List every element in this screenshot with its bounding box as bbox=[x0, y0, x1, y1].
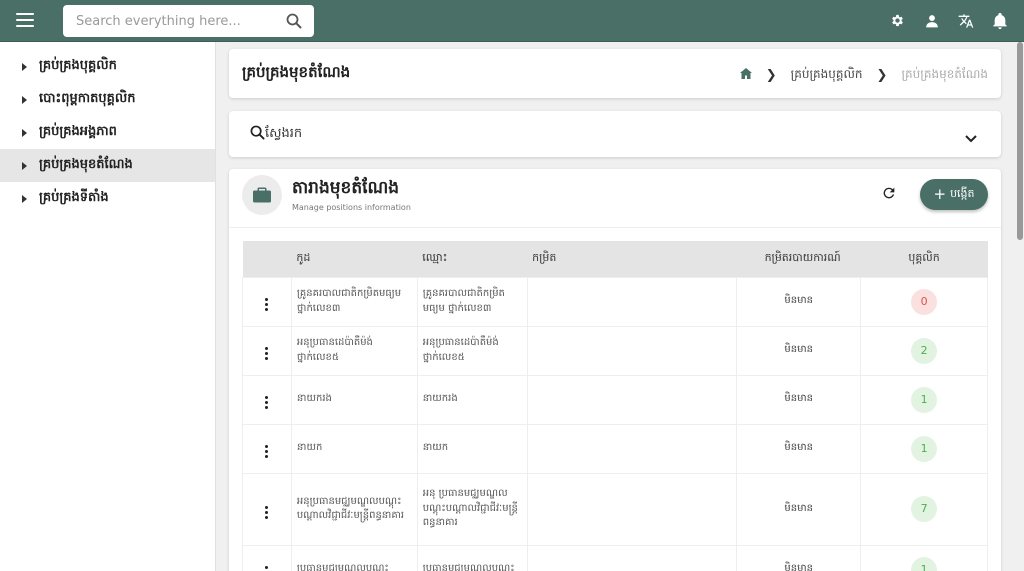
plus-icon: + bbox=[933, 185, 947, 203]
cell-code: ប្រធានមជ្ឈមណ្ឌលបណ្តុះ bbox=[290, 544, 418, 571]
more-vert-icon[interactable] bbox=[265, 396, 269, 409]
search-icon bbox=[250, 125, 265, 144]
caret-right-icon bbox=[22, 95, 27, 104]
sidebar-item-label: គ្រប់គ្រងបុគ្គលិក bbox=[39, 58, 117, 73]
cell-level bbox=[526, 325, 738, 376]
staff-count-badge: 0 bbox=[911, 288, 938, 315]
sidebar-item-manage-staff[interactable]: គ្រប់គ្រងបុគ្គលិក bbox=[0, 50, 215, 83]
more-vert-icon[interactable] bbox=[265, 445, 269, 458]
table-row: នាយករង នាយករង មិនមាន 1 bbox=[242, 374, 988, 425]
table-header-row: កូដ ឈ្មោះ កម្រិត កម្រិតរបាយការណ៍ បុគ្គលិ… bbox=[242, 241, 988, 277]
cell-code: អនុប្រធានដេប៉ាតឺម៉ង់ថ្នាក់លេខ៥ bbox=[290, 325, 418, 376]
staff-count-badge: 1 bbox=[911, 386, 938, 413]
global-search bbox=[63, 5, 314, 37]
sidebar-item-print-staff-card[interactable]: បោះពុម្ពកាតបុគ្គលិក bbox=[0, 83, 215, 116]
menu-icon[interactable] bbox=[16, 13, 34, 27]
staff-count-badge: 7 bbox=[911, 496, 938, 522]
more-vert-icon[interactable] bbox=[265, 347, 269, 360]
caret-right-icon bbox=[22, 194, 27, 203]
column-header-code[interactable]: កូដ bbox=[291, 241, 418, 277]
caret-right-icon bbox=[22, 62, 27, 71]
breadcrumb: ❯ គ្រប់គ្រងបុគ្គលិក ❯ គ្រប់គ្រងមុខតំណែង bbox=[739, 66, 988, 84]
list-title: តារាងមុខតំណែង bbox=[292, 178, 400, 198]
positions-list-card: តារាងមុខតំណែង Manage positions informati… bbox=[229, 169, 1001, 571]
cell-name: អនុប្រធានដេប៉ាតឺម៉ង់ថ្នាក់លេខ៥ bbox=[416, 325, 528, 376]
cell-report-level: មិនមាន bbox=[736, 374, 862, 425]
more-vert-icon[interactable] bbox=[265, 298, 269, 311]
cell-report-level: មិនមាន bbox=[736, 423, 862, 474]
cell-name: គ្រូនគរបាលជាតិកម្រិតមធ្យម ថ្នាក់លេខ៣ bbox=[416, 276, 528, 327]
page-header: គ្រប់គ្រងមុខតំណែង ❯ គ្រប់គ្រងបុគ្គលិក ❯ … bbox=[229, 49, 1001, 98]
cell-code: នាយករង bbox=[290, 374, 418, 425]
sidebar-item-manage-locations[interactable]: គ្រប់គ្រងទីតាំង bbox=[0, 182, 215, 215]
top-app-bar bbox=[0, 0, 1024, 42]
search-filter-label: ស្វែងរក bbox=[265, 126, 303, 141]
breadcrumb-current: គ្រប់គ្រងមុខតំណែង bbox=[901, 67, 988, 81]
column-header-level[interactable]: កម្រិត bbox=[527, 241, 737, 277]
more-vert-icon[interactable] bbox=[265, 566, 269, 571]
sidebar-item-label: គ្រប់គ្រងមុខតំណែង bbox=[39, 157, 133, 172]
chevron-right-icon: ❯ bbox=[876, 67, 888, 83]
cell-code: នាយក bbox=[290, 423, 418, 474]
scrollbar-thumb[interactable] bbox=[1017, 42, 1023, 240]
home-icon[interactable] bbox=[739, 68, 752, 82]
cell-level bbox=[526, 276, 738, 327]
translate-language-icon[interactable] bbox=[957, 12, 974, 29]
notification-bell-icon[interactable] bbox=[991, 12, 1008, 29]
cell-report-level: មិនមាន bbox=[736, 276, 862, 327]
column-header-staff[interactable]: បុគ្គលិក bbox=[860, 241, 988, 277]
cell-level bbox=[526, 472, 738, 546]
breadcrumb-link[interactable]: គ្រប់គ្រងបុគ្គលិក bbox=[791, 66, 863, 84]
cell-code: គ្រូនគរបាលជាតិកម្រិតមធ្យមថ្នាក់លេខ៣ bbox=[290, 276, 418, 327]
table-row: នាយក នាយក មិនមាន 1 bbox=[242, 423, 988, 474]
refresh-icon[interactable] bbox=[881, 185, 897, 205]
staff-count-badge: 1 bbox=[911, 556, 938, 571]
sidebar: គ្រប់គ្រងបុគ្គលិក បោះពុម្ពកាតបុគ្គលិក គ្… bbox=[0, 42, 216, 571]
briefcase-icon bbox=[242, 175, 282, 215]
sidebar-item-manage-positions[interactable]: គ្រប់គ្រងមុខតំណែង bbox=[0, 149, 215, 182]
column-header-name[interactable]: ឈ្មោះ bbox=[417, 241, 528, 277]
global-search-input[interactable] bbox=[63, 5, 273, 37]
chevron-down-icon[interactable] bbox=[965, 128, 977, 147]
table-row: គ្រូនគរបាលជាតិកម្រិតមធ្យមថ្នាក់លេខ៣ គ្រូ… bbox=[242, 276, 988, 327]
cell-report-level: មិនមាន bbox=[736, 325, 862, 376]
chevron-right-icon: ❯ bbox=[765, 67, 777, 83]
search-filter-panel[interactable]: ស្វែងរក bbox=[229, 111, 1001, 157]
page-title: គ្រប់គ្រងមុខតំណែង bbox=[242, 63, 351, 81]
divider bbox=[229, 227, 1001, 228]
positions-table: កូដ ឈ្មោះ កម្រិត កម្រិតរបាយការណ៍ បុគ្គលិ… bbox=[242, 241, 988, 571]
sidebar-item-label: គ្រប់គ្រងទីតាំង bbox=[39, 190, 109, 205]
cell-name: ប្រធានមជ្ឈមណ្ឌលបណ្តុះ bbox=[416, 544, 528, 571]
cell-name: អនុ ប្រធានមជ្ឈមណ្ឌលបណ្តុះបណ្តាលវិជ្ជាជីវ… bbox=[416, 472, 528, 546]
sidebar-item-manage-units[interactable]: គ្រប់គ្រងអង្គភាព bbox=[0, 116, 215, 149]
cell-name: នាយក bbox=[416, 423, 528, 474]
cell-report-level: មិនមាន bbox=[736, 472, 862, 546]
table-row: អនុប្រធានដេប៉ាតឺម៉ង់ថ្នាក់លេខ៥ អនុប្រធាន… bbox=[242, 325, 988, 376]
settings-gear-icon[interactable] bbox=[889, 12, 906, 29]
search-icon[interactable] bbox=[286, 13, 302, 33]
list-subtitle: Manage positions information bbox=[292, 203, 411, 212]
sidebar-item-label: បោះពុម្ពកាតបុគ្គលិក bbox=[39, 91, 136, 106]
staff-count-badge: 1 bbox=[911, 435, 938, 462]
sidebar-item-label: គ្រប់គ្រងអង្គភាព bbox=[39, 124, 117, 139]
cell-report-level: មិនមាន bbox=[736, 544, 862, 571]
table-row: ប្រធានមជ្ឈមណ្ឌលបណ្តុះ ប្រធានមជ្ឈមណ្ឌលបណ្… bbox=[242, 544, 988, 571]
cell-level bbox=[526, 423, 738, 474]
add-position-button[interactable]: + បង្កើត bbox=[920, 179, 988, 210]
staff-count-badge: 2 bbox=[911, 337, 938, 364]
cell-name: នាយករង bbox=[416, 374, 528, 425]
caret-right-icon bbox=[22, 161, 27, 170]
cell-code: អនុប្រធានមជ្ឈមណ្ឌលបណ្តុះបណ្តាលវិជ្ជាជីវៈ… bbox=[290, 472, 418, 546]
column-header-actions bbox=[242, 241, 292, 277]
page-scrollbar[interactable] bbox=[1016, 42, 1024, 571]
cell-level bbox=[526, 374, 738, 425]
column-header-report-level[interactable]: កម្រិតរបាយការណ៍ bbox=[736, 241, 861, 277]
table-row: អនុប្រធានមជ្ឈមណ្ឌលបណ្តុះបណ្តាលវិជ្ជាជីវៈ… bbox=[242, 472, 988, 546]
cell-level bbox=[526, 544, 738, 571]
more-vert-icon[interactable] bbox=[265, 505, 269, 519]
user-profile-icon[interactable] bbox=[923, 12, 940, 29]
caret-right-icon bbox=[22, 128, 27, 137]
